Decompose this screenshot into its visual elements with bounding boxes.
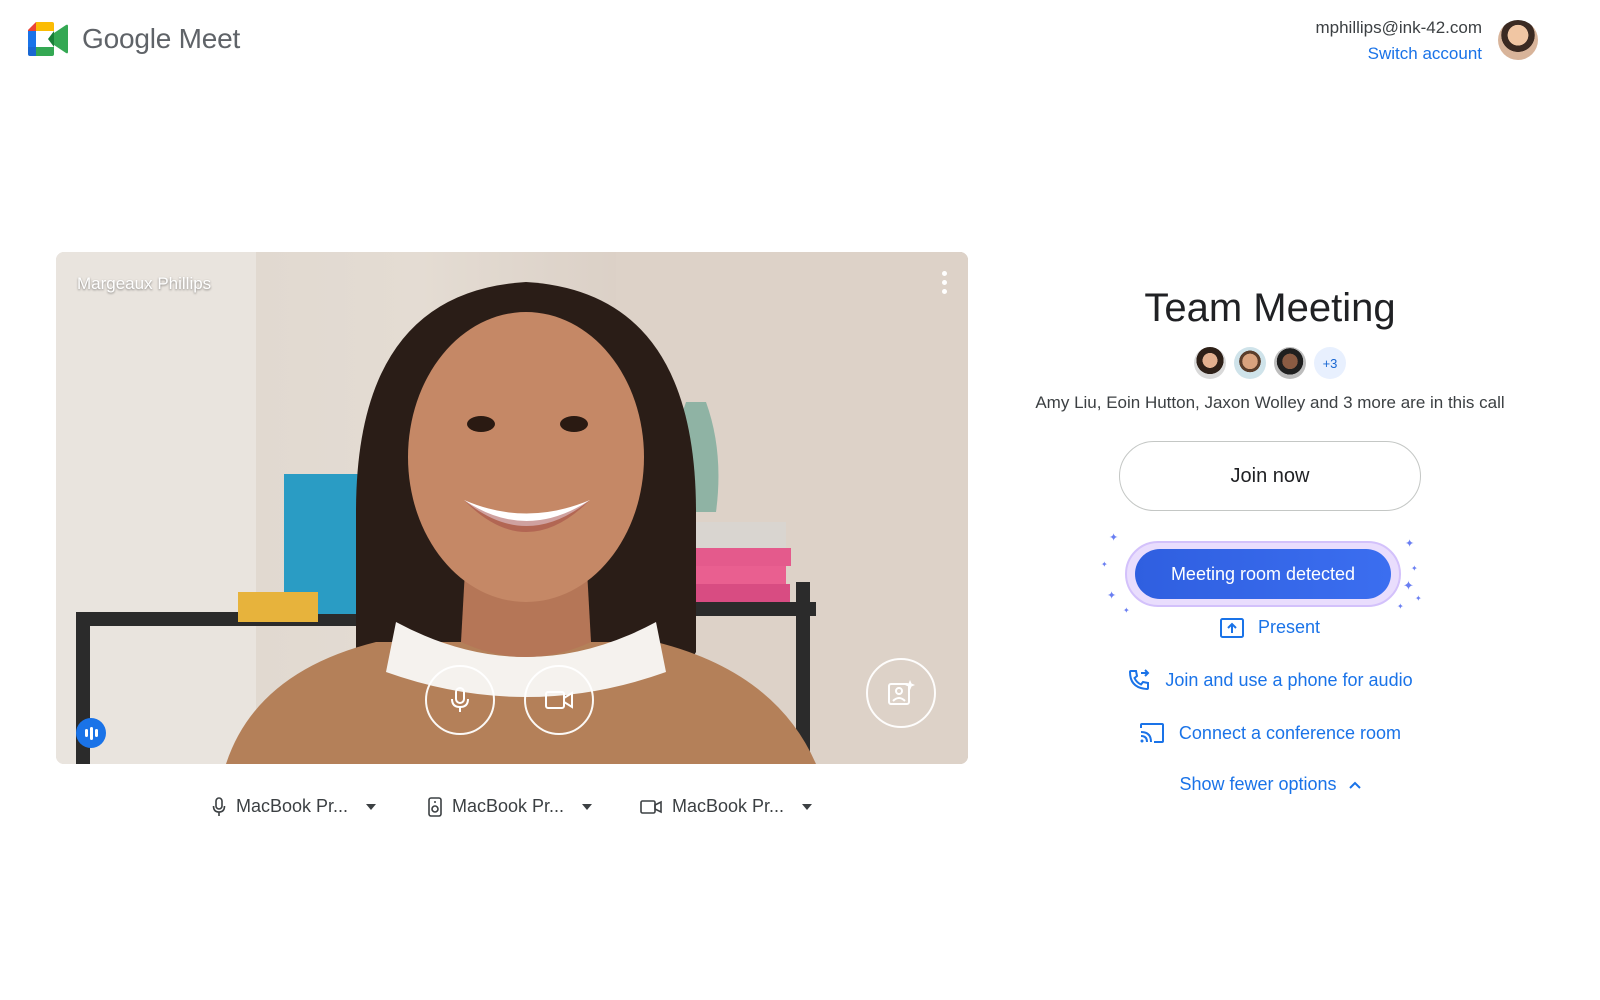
chevron-down-icon [366, 803, 377, 810]
meeting-room-detected-area: Meeting room detected ✦ ✦ ✦ ✦ ✦ ✦ ✦ ✦ ✦ [1101, 531, 1435, 615]
sparkle-icon: ✦ [1101, 560, 1108, 569]
show-fewer-options-label: Show fewer options [1179, 774, 1337, 794]
sparkle-icon: ✦ [1107, 590, 1117, 602]
sparkle-icon: ✦ [1405, 538, 1415, 550]
chevron-down-icon [802, 803, 813, 810]
cast-icon [1139, 723, 1164, 743]
phone-forwarded-icon [1129, 669, 1150, 691]
sparkle-icon: ✦ [1109, 532, 1119, 544]
sparkle-icon: ✦ [1415, 594, 1422, 603]
meeting-room-detected-button[interactable]: Meeting room detected [1135, 549, 1391, 599]
more-vert-icon[interactable] [930, 266, 958, 298]
account-info: mphillips@ink-42.com Switch account [1315, 18, 1482, 64]
speaker-device-label: MacBook Pr... [452, 796, 565, 816]
join-panel: Team Meeting +3 Amy Liu, Eoin Hutton, Ja… [1000, 286, 1540, 795]
participant-name-label: Margeaux Phillips [77, 274, 212, 293]
account-avatar[interactable] [1498, 20, 1538, 60]
present-label: Present [1257, 617, 1321, 637]
device-selectors: MacBook Pr... MacBook Pr... MacBook Pr..… [0, 796, 1024, 826]
connect-conference-room-button[interactable]: Connect a conference room [1000, 722, 1540, 744]
chevron-up-icon [1348, 781, 1361, 789]
show-fewer-options-button[interactable]: Show fewer options [1000, 774, 1540, 795]
video-camera-icon [640, 799, 662, 814]
google-meet-logo[interactable]: Google Meet [28, 22, 240, 56]
join-now-button[interactable]: Join now [1119, 441, 1421, 511]
meeting-title: Team Meeting [1144, 286, 1396, 330]
account-email: mphillips@ink-42.com [1315, 18, 1482, 37]
present-to-all-icon [1219, 617, 1244, 638]
participant-avatar [1194, 347, 1226, 379]
sparkle-icon: ✦ [1397, 602, 1404, 611]
microphone-icon [212, 796, 226, 816]
visual-effects-button[interactable] [866, 658, 936, 728]
chevron-down-icon [582, 803, 593, 810]
visual-effects-icon [888, 680, 915, 705]
more-participants-badge: +3 [1314, 347, 1346, 379]
participant-avatar [1274, 347, 1306, 379]
speaker-icon [428, 796, 442, 817]
sparkle-icon: ✦ [1403, 578, 1414, 593]
microphone-device-select[interactable]: MacBook Pr... [212, 796, 377, 817]
connect-conference-room-label: Connect a conference room [1178, 722, 1402, 743]
speaker-device-select[interactable]: MacBook Pr... [428, 796, 593, 817]
camera-feed-image [56, 252, 968, 764]
participants-in-call-text: Amy Liu, Eoin Hutton, Jaxon Wolley and 3… [1035, 393, 1505, 412]
camera-preview: Margeaux Phillips [56, 252, 968, 764]
app-title: Google Meet [82, 23, 241, 54]
camera-toggle-button[interactable] [524, 665, 594, 735]
camera-device-select[interactable]: MacBook Pr... [640, 796, 813, 817]
microphone-device-label: MacBook Pr... [236, 796, 349, 816]
switch-account-link[interactable]: Switch account [1315, 44, 1482, 64]
sparkle-icon: ✦ [1123, 606, 1130, 615]
microphone-toggle-button[interactable] [425, 665, 495, 735]
camera-device-label: MacBook Pr... [672, 796, 785, 816]
participant-avatars: +3 [1000, 347, 1540, 379]
join-with-phone-button[interactable]: Join and use a phone for audio [1000, 668, 1540, 692]
participant-avatar [1234, 347, 1266, 379]
audio-level-indicator [76, 718, 106, 748]
sparkle-icon: ✦ [1411, 564, 1418, 573]
join-with-phone-label: Join and use a phone for audio [1165, 669, 1413, 690]
present-button[interactable]: Present [1000, 617, 1540, 638]
microphone-icon [451, 687, 469, 712]
video-camera-icon [545, 691, 573, 709]
google-meet-logo-icon [28, 22, 68, 56]
